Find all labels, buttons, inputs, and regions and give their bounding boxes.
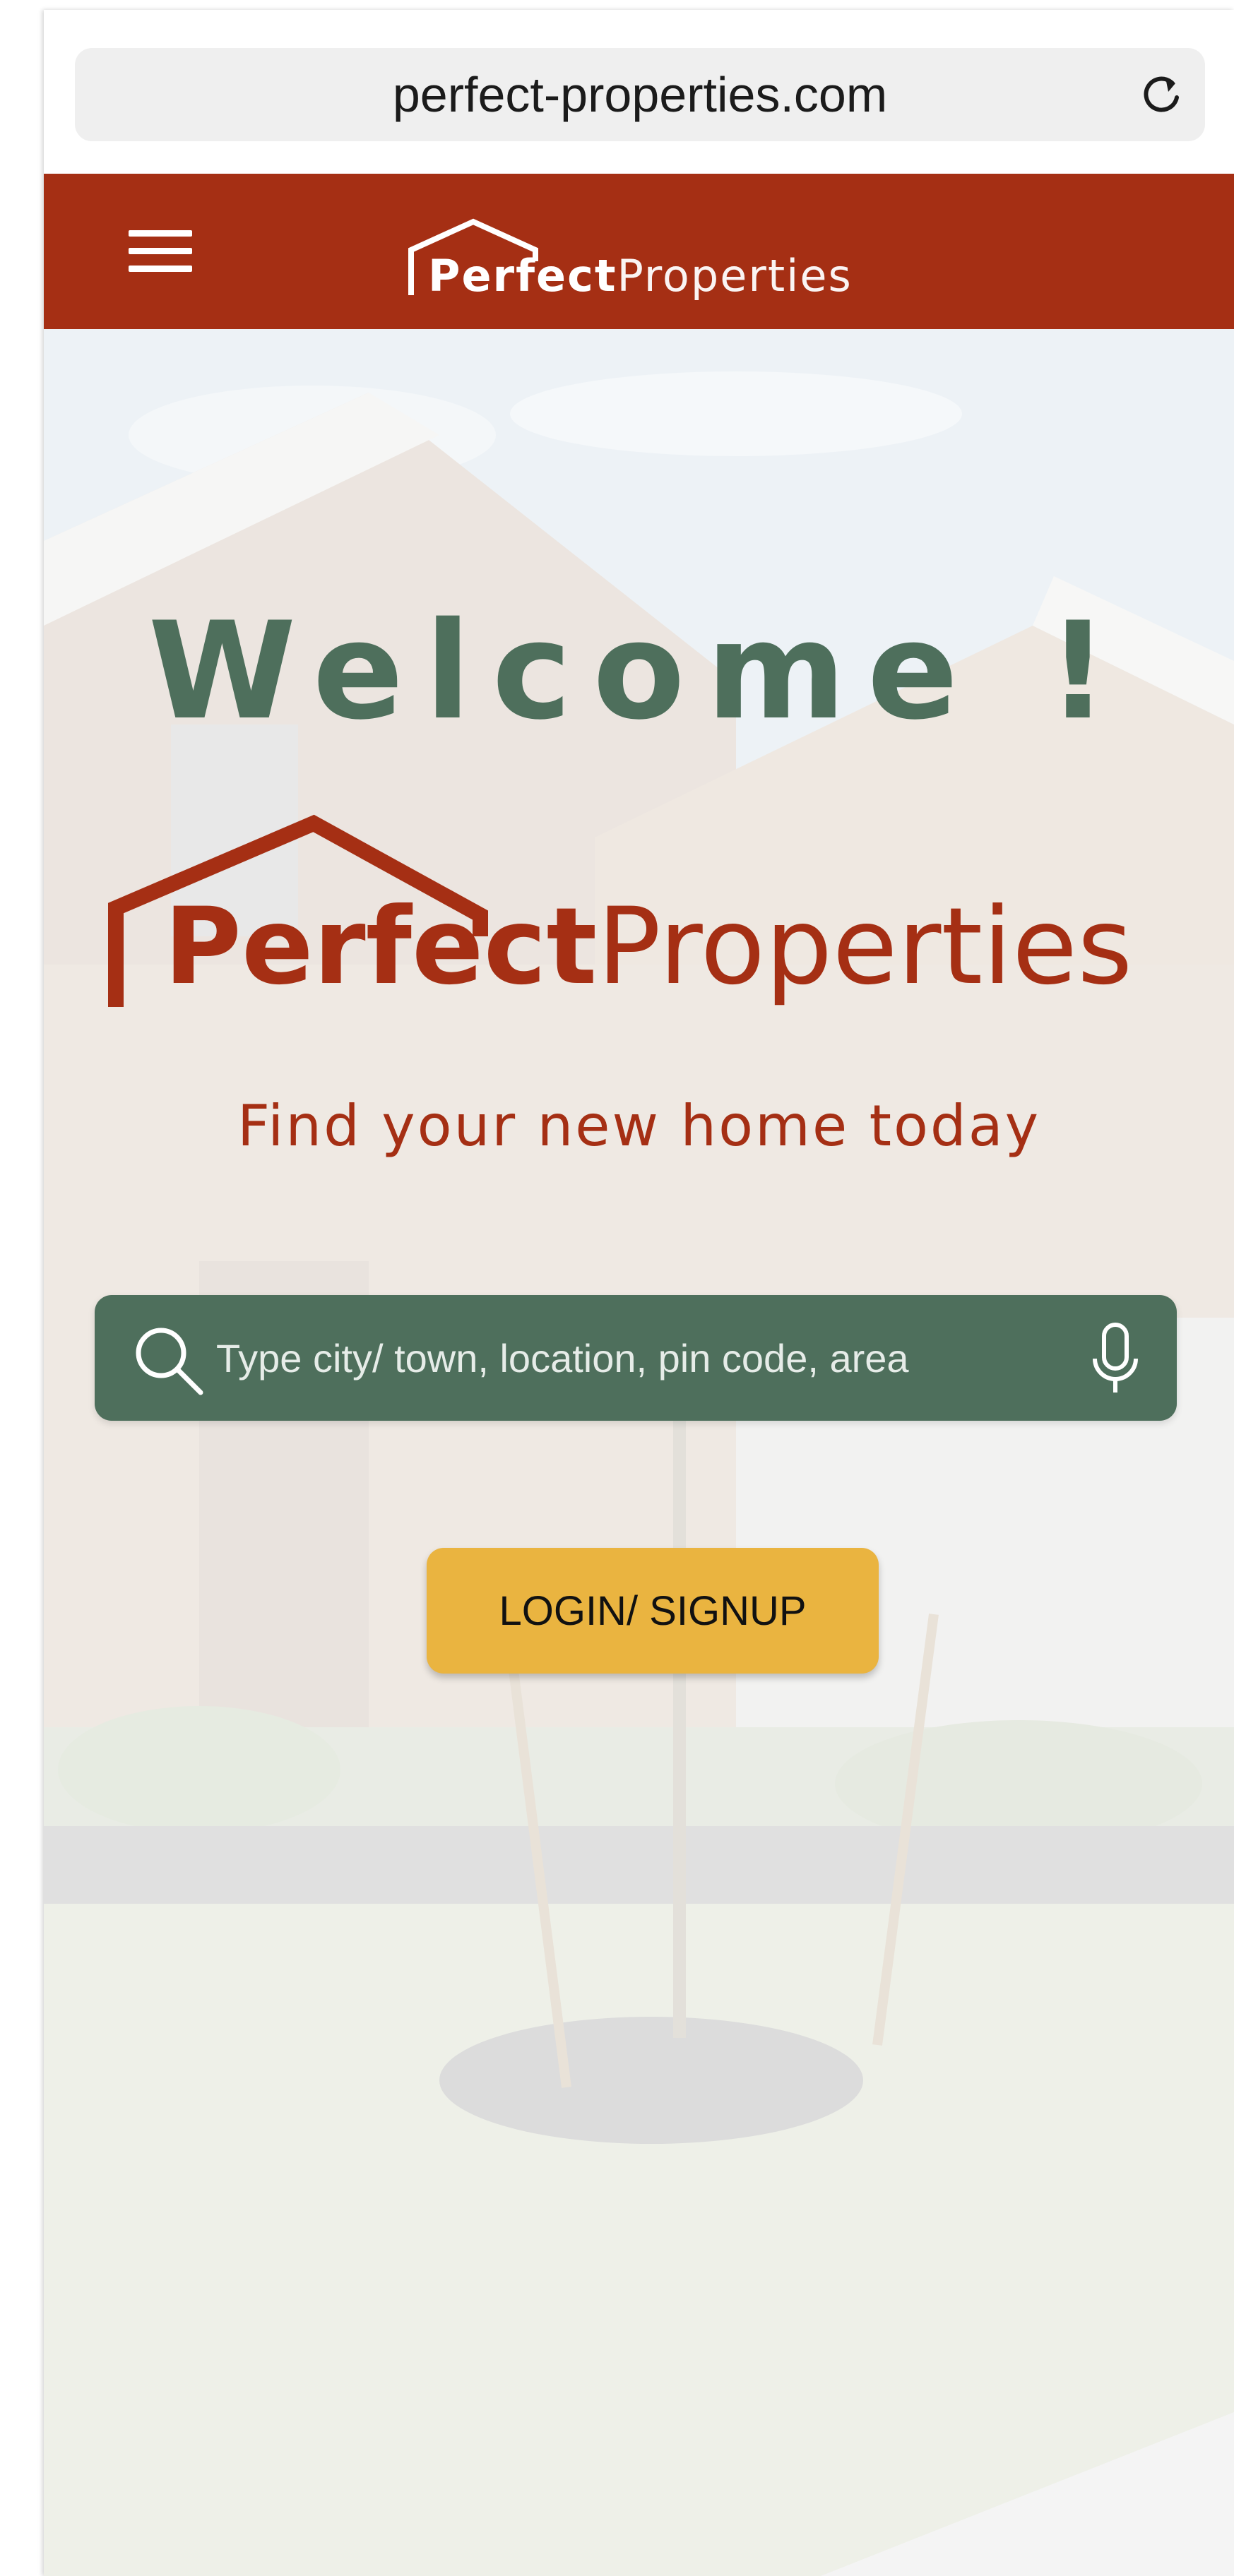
browser-window: perfect-properties.com PerfectProperties bbox=[44, 10, 1234, 2576]
nav-logo-light: Properties bbox=[617, 250, 853, 302]
reload-icon[interactable] bbox=[1141, 73, 1184, 116]
hero-logo: PerfectProperties bbox=[107, 809, 1209, 1035]
nav-logo-bold: Perfect bbox=[428, 250, 617, 302]
nav-logo[interactable]: PerfectProperties bbox=[404, 203, 898, 309]
hero-logo-light: Properties bbox=[597, 886, 1133, 1008]
browser-toolbar: perfect-properties.com bbox=[44, 10, 1234, 174]
search-bar[interactable] bbox=[95, 1295, 1177, 1421]
login-signup-button[interactable]: LOGIN/ SIGNUP bbox=[427, 1548, 879, 1674]
search-input[interactable] bbox=[216, 1295, 1036, 1421]
tagline: Find your new home today bbox=[237, 1093, 1041, 1159]
address-bar[interactable]: perfect-properties.com bbox=[75, 48, 1205, 141]
hero-section: Welcome ! PerfectProperties Find your ne… bbox=[44, 329, 1234, 2576]
hero-logo-text: PerfectProperties bbox=[164, 894, 1132, 1000]
nav-logo-text: PerfectProperties bbox=[428, 250, 853, 302]
search-icon[interactable] bbox=[131, 1323, 206, 1398]
hamburger-menu-icon[interactable] bbox=[129, 230, 192, 273]
welcome-heading: Welcome ! bbox=[148, 593, 1130, 749]
top-navbar: PerfectProperties bbox=[44, 174, 1234, 329]
hero-logo-bold: Perfect bbox=[164, 886, 598, 1008]
microphone-icon[interactable] bbox=[1091, 1322, 1140, 1395]
url-text[interactable]: perfect-properties.com bbox=[75, 48, 1205, 141]
